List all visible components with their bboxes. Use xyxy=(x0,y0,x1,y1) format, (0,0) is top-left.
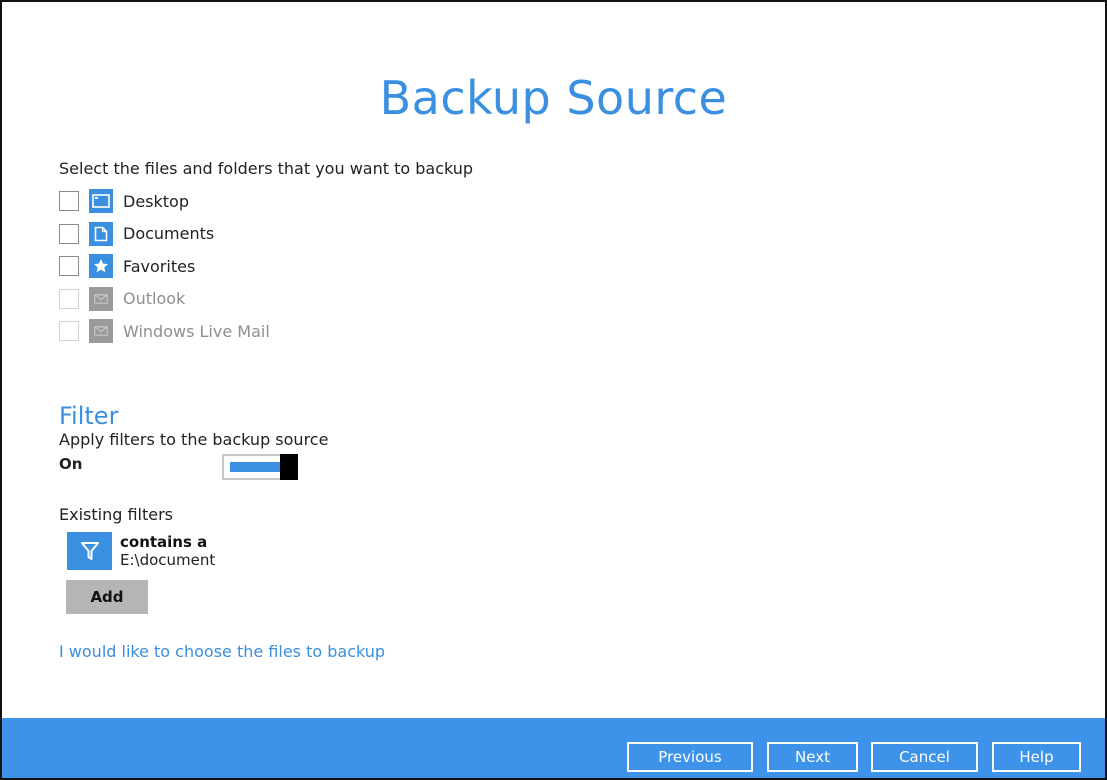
star-icon xyxy=(89,254,113,279)
add-filter-button[interactable]: Add xyxy=(66,580,148,614)
filter-text: contains a E:\document xyxy=(120,532,215,569)
documents-label: Documents xyxy=(123,224,215,244)
funnel-icon xyxy=(67,532,112,570)
outlook-checkbox xyxy=(59,288,79,309)
existing-filters-label: Existing filters xyxy=(59,505,174,524)
help-button[interactable]: Help xyxy=(992,742,1081,772)
source-item-windows-live-mail: Windows Live Mail xyxy=(59,315,270,348)
source-item-desktop[interactable]: Desktop xyxy=(59,185,270,218)
source-item-outlook: Outlook xyxy=(59,283,270,316)
previous-button[interactable]: Previous xyxy=(627,742,753,772)
documents-checkbox[interactable] xyxy=(59,223,79,244)
mail-icon xyxy=(89,319,113,344)
page-title: Backup Source xyxy=(379,70,728,125)
windows-live-mail-checkbox xyxy=(59,321,79,342)
source-instruction: Select the files and folders that you wa… xyxy=(59,159,474,178)
filter-heading: Filter xyxy=(59,401,119,430)
mail-icon xyxy=(89,286,113,311)
filter-toggle[interactable] xyxy=(222,454,298,480)
desktop-label: Desktop xyxy=(123,191,189,211)
filter-value: E:\document xyxy=(120,551,216,569)
toggle-track xyxy=(230,462,282,472)
filter-entry[interactable]: contains a E:\document xyxy=(67,532,215,570)
toggle-state-label: On xyxy=(59,455,83,473)
choose-files-link[interactable]: I would like to choose the files to back… xyxy=(59,642,385,661)
cancel-button[interactable]: Cancel xyxy=(871,742,978,772)
source-item-documents[interactable]: Documents xyxy=(59,218,270,251)
filter-name: contains a xyxy=(120,533,208,551)
document-icon xyxy=(89,221,113,246)
windows-live-mail-label: Windows Live Mail xyxy=(123,321,270,341)
toggle-knob[interactable] xyxy=(280,454,298,480)
outlook-label: Outlook xyxy=(123,289,186,309)
favorites-label: Favorites xyxy=(123,256,196,276)
footer-bar: Previous Next Cancel Help xyxy=(2,718,1105,778)
apply-filters-label: Apply filters to the backup source xyxy=(59,430,329,449)
desktop-icon xyxy=(89,189,113,214)
desktop-checkbox[interactable] xyxy=(59,191,79,212)
next-button[interactable]: Next xyxy=(767,742,858,772)
backup-source-window: Backup Source Select the files and folde… xyxy=(0,0,1107,780)
source-item-favorites[interactable]: Favorites xyxy=(59,250,270,283)
source-list: Desktop Documents Favorites Outlook Wind… xyxy=(59,185,270,348)
favorites-checkbox[interactable] xyxy=(59,256,79,277)
